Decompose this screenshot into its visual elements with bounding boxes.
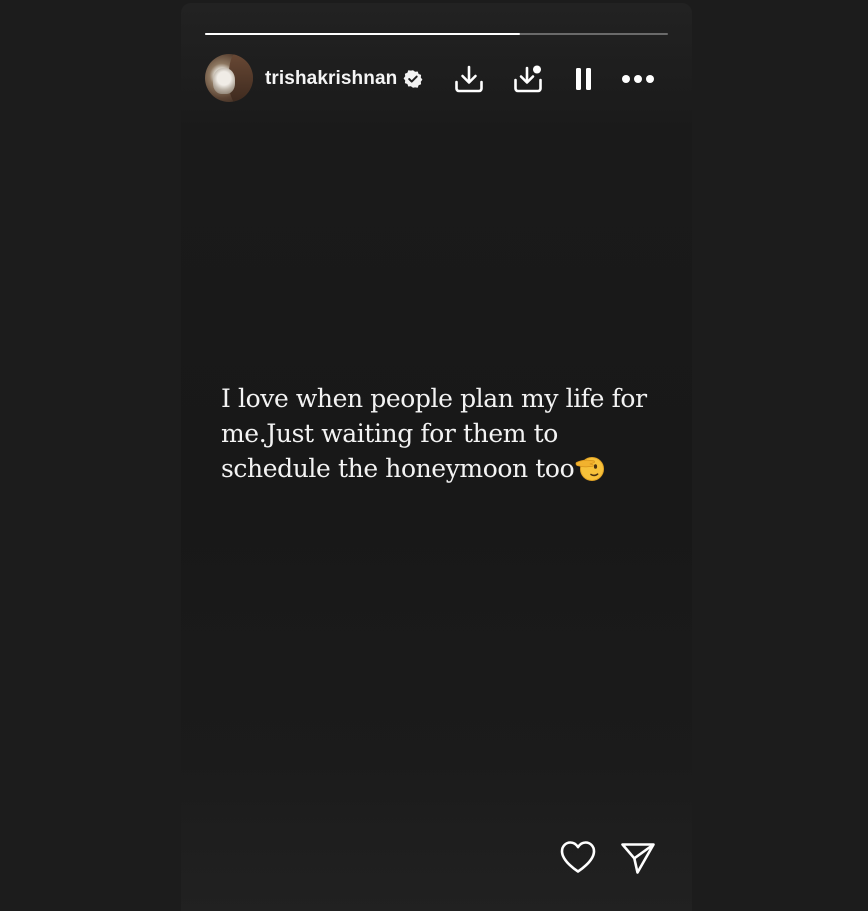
page: trishakrishnan I love when people plan m… — [0, 0, 868, 911]
story-caption-line-2: me.Just waiting for them to — [221, 419, 558, 448]
save-to-collection-button[interactable] — [511, 61, 547, 97]
story-caption: I love when people plan my life for me.J… — [221, 381, 671, 486]
heart-icon — [559, 840, 597, 874]
story-progress-bar — [205, 33, 668, 35]
story-caption-line-1: I love when people plan my life for — [221, 384, 647, 413]
more-options-icon — [621, 73, 655, 85]
saluting-face-emoji-icon — [575, 453, 605, 483]
download-button[interactable] — [451, 61, 487, 97]
story-viewer[interactable]: trishakrishnan I love when people plan m… — [181, 3, 692, 911]
more-options-button[interactable] — [619, 61, 657, 97]
story-header-user: trishakrishnan — [265, 67, 423, 91]
pause-icon — [574, 66, 594, 92]
send-icon — [620, 841, 656, 875]
pause-button[interactable] — [567, 61, 601, 97]
download-icon — [453, 63, 485, 95]
avatar[interactable] — [205, 54, 253, 102]
story-progress-fill — [205, 33, 520, 35]
avatar-dog — [213, 68, 235, 94]
story-caption-line-3: schedule the honeymoon too — [221, 454, 575, 483]
save-to-collection-icon — [512, 62, 546, 96]
like-button[interactable] — [557, 837, 599, 877]
verified-badge-icon — [403, 69, 423, 89]
share-button[interactable] — [618, 838, 658, 878]
username-link[interactable]: trishakrishnan — [265, 68, 397, 90]
